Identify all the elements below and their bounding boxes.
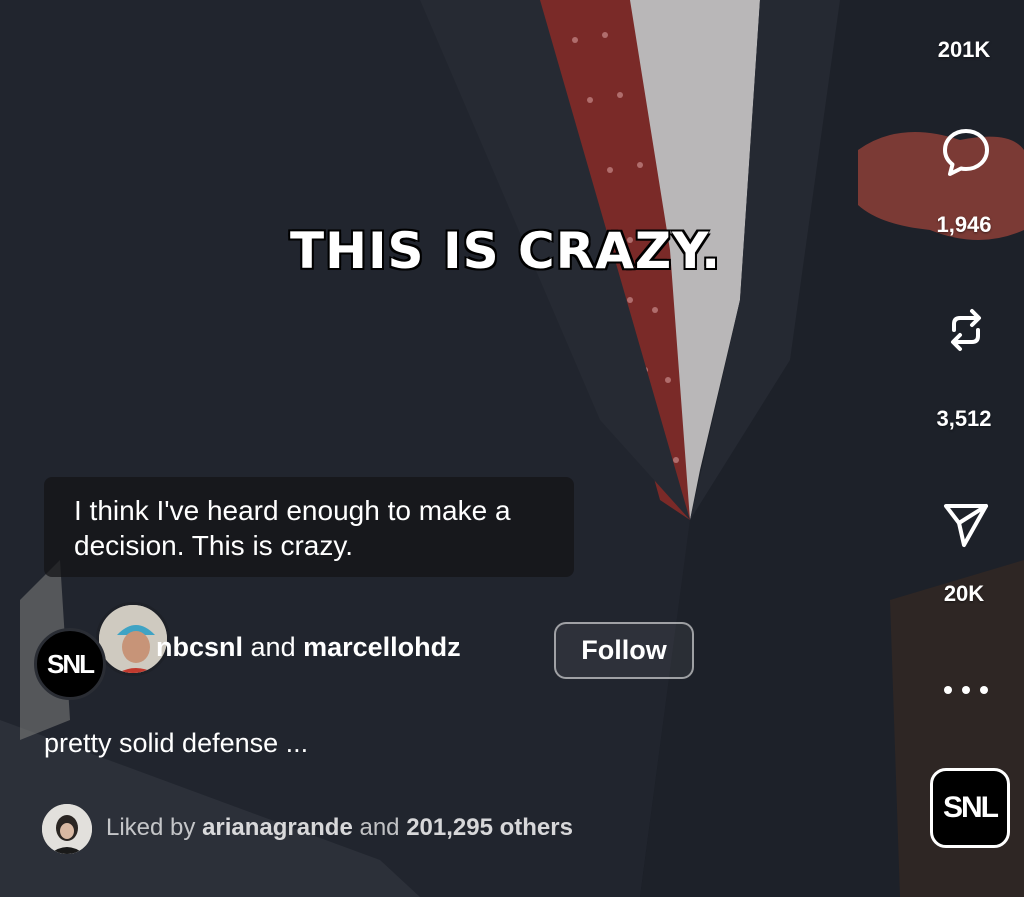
liked-others[interactable]: 201,295 others [406, 814, 573, 841]
liked-by-avatar[interactable] [42, 804, 92, 854]
repost-count: 3,512 [936, 406, 992, 431]
liked-by-text[interactable]: Liked by arianagrande and 201,295 others [106, 814, 573, 842]
burned-caption: THIS IS CRAZY. [290, 222, 722, 280]
repost-icon [951, 309, 981, 351]
like-count: 201K [937, 37, 991, 62]
author-name-2[interactable]: marcellohdz [303, 632, 461, 662]
avatar-text: SNL [47, 648, 95, 679]
author-avatars[interactable]: SNL [34, 602, 170, 700]
audio-thumb-text: SNL [943, 791, 999, 824]
liked-joiner: and [359, 814, 400, 841]
comment-count: 1,946 [936, 212, 992, 237]
repost-button[interactable] [940, 304, 992, 356]
share-count: 20K [943, 581, 985, 606]
share-button[interactable] [940, 498, 992, 550]
action-rail: 201K 1,946 3,512 20K SNL [904, 0, 1024, 897]
send-icon [944, 504, 988, 547]
subtitle-box: I think I've heard enough to make a deci… [44, 477, 574, 577]
comment-button[interactable] [940, 126, 992, 178]
post-caption[interactable]: pretty solid defense ... [44, 728, 308, 759]
video-frame [0, 0, 1024, 897]
author-name-1[interactable]: nbcsnl [156, 632, 243, 662]
liked-prefix: Liked by [106, 814, 196, 841]
author-joiner: and [250, 632, 296, 662]
follow-button[interactable]: Follow [554, 622, 694, 679]
reel-video[interactable]: THIS IS CRAZY. I think I've heard enough… [0, 0, 1024, 897]
more-options-icon[interactable] [944, 686, 988, 694]
author-names[interactable]: nbcsnl and marcellohdz [156, 632, 461, 663]
comment-icon [943, 129, 989, 176]
audio-thumbnail[interactable]: SNL [930, 768, 1010, 848]
snl-avatar[interactable]: SNL [34, 628, 106, 700]
liked-user[interactable]: arianagrande [202, 814, 353, 841]
